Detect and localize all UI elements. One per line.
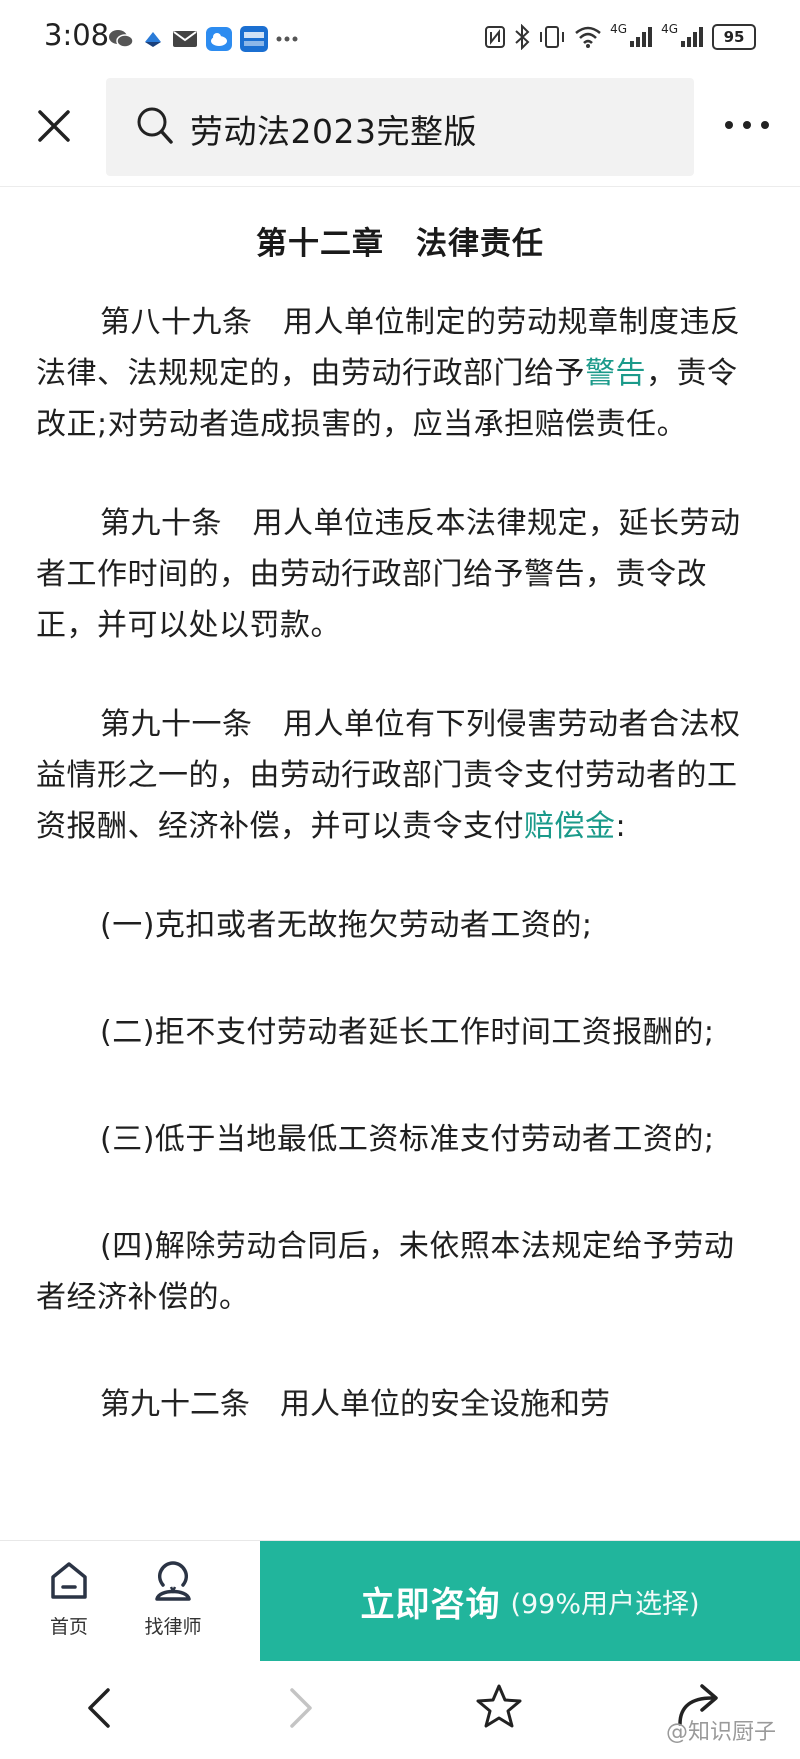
list-item: (四)解除劳动合同后，未依照本法规定给予劳动者经济补偿的。: [36, 1229, 735, 1315]
app-icon: [145, 32, 161, 47]
signal-4g-icon: [630, 27, 653, 47]
lawyer-icon: [155, 1561, 191, 1601]
status-bar: 3:08 4G 4G 95: [0, 0, 800, 78]
notification-icons: [108, 26, 298, 52]
battery-level: 95: [723, 28, 745, 46]
list-item: (二)拒不支付劳动者延长工作时间工资报酬的;: [100, 1015, 715, 1050]
keyword-link[interactable]: 警告: [585, 356, 646, 391]
vibrate-icon: [540, 26, 565, 48]
consult-label: 立即咨询: [360, 1584, 501, 1625]
watermark: @知识厨子: [665, 1720, 776, 1745]
chapter-title: 第十二章 法律责任: [256, 226, 544, 262]
battery-icon: 95: [712, 24, 756, 50]
lawyer-label: 找律师: [144, 1616, 202, 1638]
system-icons: 4G 4G 95: [484, 22, 756, 50]
close-icon[interactable]: [34, 106, 74, 146]
article-92-partial: 第九十二条 用人单位的安全设施和劳: [100, 1387, 610, 1422]
search-header: 劳动法2023完整版: [0, 78, 800, 187]
search-input[interactable]: 劳动法2023完整版: [106, 78, 694, 176]
article-89: 第八十九条 用人单位制定的劳动规章制度违反法律、法规规定的，由劳动行政部门给予警…: [36, 297, 764, 450]
mail-icon: [173, 31, 197, 47]
find-lawyer-button[interactable]: 找律师: [128, 1559, 218, 1639]
article-content: 第十二章 法律责任 第八十九条 用人单位制定的劳动规章制度违反法律、法规规定的，…: [36, 188, 764, 1538]
wechat-icon: [109, 30, 134, 48]
consult-button[interactable]: 立即咨询 (99%用户选择): [260, 1541, 800, 1661]
cloud-icon: [206, 27, 232, 51]
bluetooth-icon: [515, 24, 530, 50]
app-icon: [240, 26, 268, 52]
star-icon[interactable]: [474, 1682, 524, 1732]
article-90: 第九十条 用人单位违反本法律规定，延长劳动者工作时间的，由劳动行政部门给予警告，…: [36, 506, 741, 643]
article-91: 第九十一条 用人单位有下列侵害劳动者合法权益情形之一的，由劳动行政部门责令支付劳…: [36, 699, 764, 852]
article-text: 第九十一条 用人单位有下列侵害劳动者合法权益情形之一的，由劳动行政部门责令支付劳…: [36, 707, 741, 844]
search-icon: [137, 107, 173, 144]
more-notifications-icon: [276, 36, 298, 42]
signal-4g-icon: [681, 27, 703, 47]
home-label: 首页: [49, 1616, 88, 1638]
back-icon[interactable]: [84, 1686, 114, 1730]
nfc-icon: [485, 26, 506, 48]
bottom-action-bar: 首页 找律师 立即咨询 (99%用户选择): [0, 1540, 800, 1661]
list-item: (三)低于当地最低工资标准支付劳动者工资的;: [100, 1122, 715, 1157]
consult-sublabel: (99%用户选择): [510, 1588, 700, 1620]
keyword-link[interactable]: 赔偿金: [524, 809, 616, 844]
network-type-label: 4G: [661, 22, 678, 36]
search-query: 劳动法2023完整版: [190, 112, 477, 151]
article-text: :: [615, 809, 627, 844]
clock: 3:08: [44, 18, 110, 52]
home-button[interactable]: 首页: [24, 1559, 114, 1639]
browser-nav-bar: @知识厨子: [0, 1662, 800, 1759]
network-type-label: 4G: [610, 22, 628, 36]
more-icon[interactable]: [722, 110, 772, 140]
home-icon: [51, 1562, 87, 1599]
forward-icon[interactable]: [286, 1686, 316, 1730]
list-item: (一)克扣或者无故拖欠劳动者工资的;: [100, 908, 593, 943]
wifi-icon: [575, 26, 601, 48]
